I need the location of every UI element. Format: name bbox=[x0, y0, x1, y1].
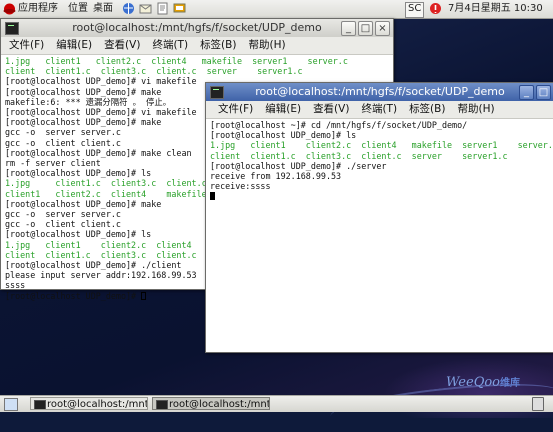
text-cursor bbox=[141, 291, 147, 300]
text-cursor bbox=[210, 192, 215, 201]
titlebar[interactable]: root@localhost:/mnt/hgfs/f/socket/UDP_de… bbox=[206, 83, 553, 101]
terminal-line: receive:ssss bbox=[210, 181, 271, 192]
menu-applications[interactable]: 应用程序 bbox=[18, 2, 58, 16]
titlebar[interactable]: root@localhost:/mnt/hgfs/f/socket/UDP_de… bbox=[1, 19, 393, 37]
browser-launcher-icon[interactable] bbox=[122, 2, 135, 15]
window-title: root@localhost:/mnt/hgfs/f/socket/UDP_de… bbox=[255, 85, 505, 98]
terminal-line: [root@localhost UDP_demo]# ls bbox=[210, 130, 357, 141]
menu-view[interactable]: 查看(V) bbox=[313, 101, 349, 118]
menu-terminal[interactable]: 终端(T) bbox=[152, 37, 188, 54]
menu-tabs[interactable]: 标签(B) bbox=[200, 37, 236, 54]
top-panel: 应用程序 位置 桌面 SC 7月4日星期五 10:30 bbox=[0, 0, 553, 19]
terminal-output[interactable]: [root@localhost ~]# cd /mnt/hgfs/f/socke… bbox=[206, 119, 553, 203]
menu-help[interactable]: 帮助(H) bbox=[457, 101, 494, 118]
edit-launcher-icon[interactable] bbox=[156, 2, 169, 15]
minimize-button[interactable]: _ bbox=[519, 85, 534, 100]
trash-icon[interactable] bbox=[532, 397, 544, 411]
minimize-button[interactable]: _ bbox=[341, 21, 356, 36]
menu-file[interactable]: 文件(F) bbox=[9, 37, 44, 54]
menu-edit[interactable]: 编辑(E) bbox=[265, 101, 301, 118]
menu-edit[interactable]: 编辑(E) bbox=[56, 37, 92, 54]
terminal-line: client client1.c client3.c client.c serv… bbox=[5, 66, 303, 77]
window-title: root@localhost:/mnt/hgfs/f/socket/UDP_de… bbox=[72, 21, 322, 34]
terminal-icon bbox=[156, 400, 168, 409]
menu-tabs[interactable]: 标签(B) bbox=[409, 101, 445, 118]
maximize-button[interactable]: □ bbox=[358, 21, 373, 36]
menu-view[interactable]: 查看(V) bbox=[104, 37, 140, 54]
taskbar-item-terminal-2[interactable]: root@localhost:/mnt/h bbox=[152, 397, 270, 410]
terminal-line: receive from 192.168.99.53 bbox=[210, 171, 342, 182]
indicator-sc[interactable]: SC bbox=[405, 2, 425, 18]
menu-help[interactable]: 帮助(H) bbox=[248, 37, 285, 54]
bottom-taskbar: root@localhost:/mnt/h root@localhost:/mn… bbox=[0, 395, 553, 412]
menu-desktop[interactable]: 桌面 bbox=[93, 2, 113, 16]
maximize-button[interactable]: □ bbox=[536, 85, 551, 100]
menubar: 文件(F) 编辑(E) 查看(V) 终端(T) 标签(B) 帮助(H) bbox=[206, 101, 553, 119]
menu-places[interactable]: 位置 bbox=[68, 2, 88, 16]
show-desktop-icon[interactable] bbox=[4, 398, 18, 411]
clock[interactable]: 7月4日星期五 10:30 bbox=[448, 2, 543, 16]
menu-file[interactable]: 文件(F) bbox=[218, 101, 253, 118]
terminal-line: 1.jpg client1 client2.c client4 makefile… bbox=[210, 140, 553, 151]
menu-terminal[interactable]: 终端(T) bbox=[361, 101, 397, 118]
taskbar-item-terminal-1[interactable]: root@localhost:/mnt/h bbox=[30, 397, 148, 410]
terminal-icon bbox=[34, 400, 46, 409]
update-alert-icon[interactable] bbox=[429, 2, 442, 15]
terminal-icon bbox=[210, 86, 224, 99]
watermark-logo: WeeQoo维库 bbox=[446, 375, 520, 390]
terminal-icon bbox=[5, 22, 19, 35]
terminal-line: [root@localhost ~]# cd /mnt/hgfs/f/socke… bbox=[210, 120, 468, 130]
terminal-line: client client1.c client3.c client.c serv… bbox=[210, 150, 508, 161]
close-button[interactable]: × bbox=[375, 21, 390, 36]
presentation-launcher-icon[interactable] bbox=[173, 2, 186, 15]
menubar: 文件(F) 编辑(E) 查看(V) 终端(T) 标签(B) 帮助(H) bbox=[1, 37, 393, 55]
terminal-line: 1.jpg client1 client2.c client4 makefile… bbox=[5, 56, 348, 66]
terminal-line: [root@localhost UDP_demo]# ./server bbox=[210, 160, 387, 171]
mail-launcher-icon[interactable] bbox=[139, 2, 152, 15]
terminal-window-right[interactable]: root@localhost:/mnt/hgfs/f/socket/UDP_de… bbox=[205, 82, 553, 353]
redhat-logo-icon[interactable] bbox=[3, 2, 16, 15]
